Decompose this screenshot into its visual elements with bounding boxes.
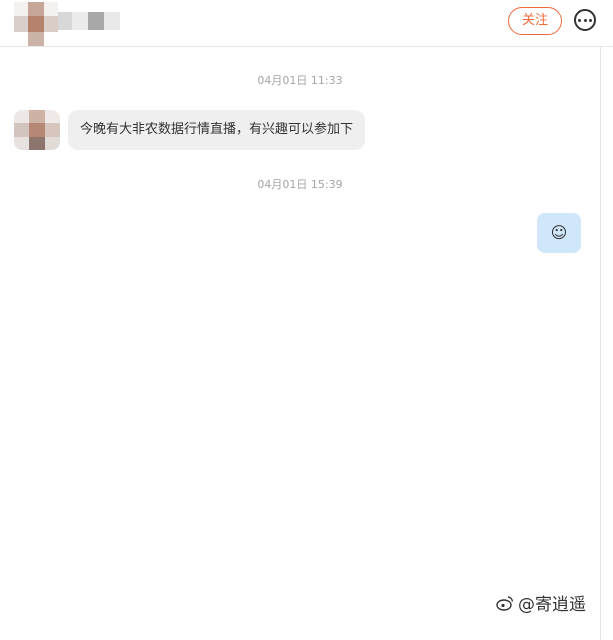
scrollbar-track[interactable]: [600, 47, 601, 640]
more-options-icon[interactable]: [574, 9, 596, 31]
message-timestamp: 04月01日 11:33: [257, 74, 343, 87]
contact-avatar[interactable]: [14, 2, 58, 46]
weibo-logo-icon: [496, 595, 514, 611]
chat-window: 关注 04月01日 11:33 今晚有大非农数据行情直播，有兴趣可以参加下 04…: [0, 0, 613, 640]
sent-message-bubble[interactable]: ☺: [537, 213, 581, 253]
watermark-text: @寄逍遥: [518, 595, 586, 615]
sender-avatar[interactable]: [14, 110, 60, 150]
message-timestamp: 04月01日 15:39: [257, 178, 343, 191]
watermark: @寄逍遥: [496, 590, 586, 615]
follow-button[interactable]: 关注: [508, 7, 562, 35]
contact-name: [58, 12, 120, 30]
received-message-bubble[interactable]: 今晚有大非农数据行情直播，有兴趣可以参加下: [68, 110, 366, 150]
chat-header: 关注: [0, 0, 613, 47]
